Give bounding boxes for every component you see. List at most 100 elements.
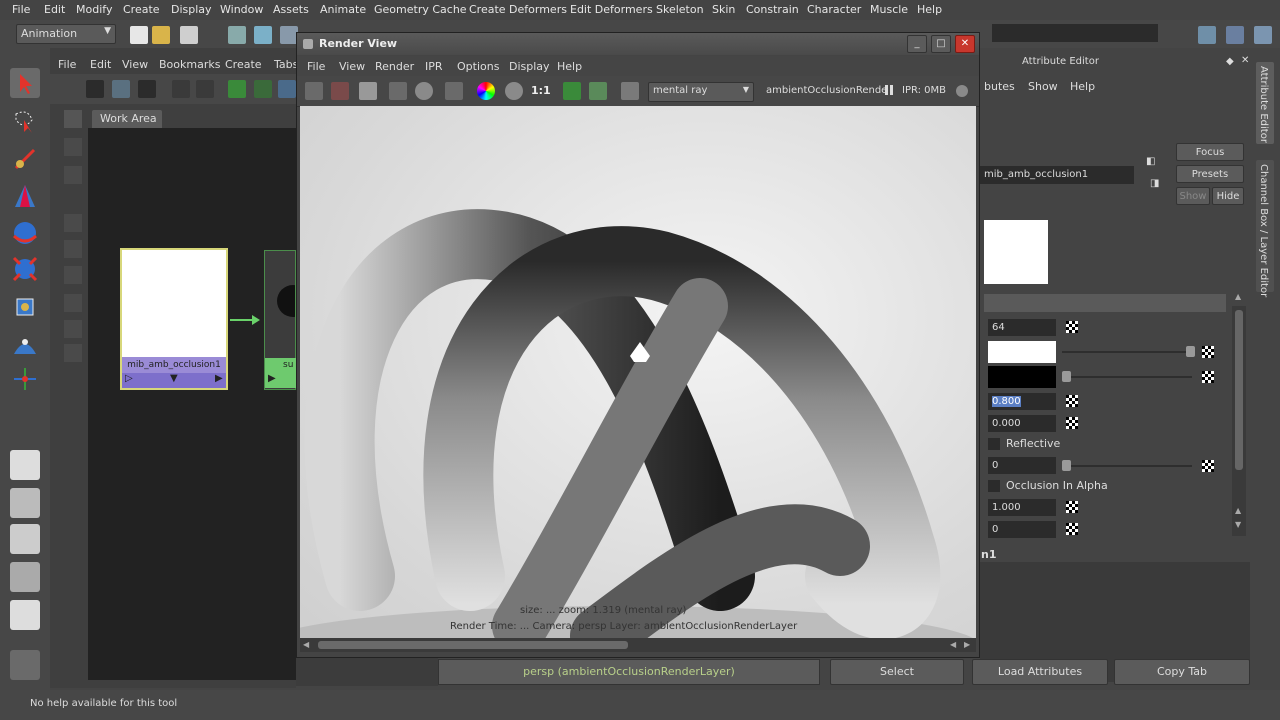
rv-menu-display[interactable]: Display <box>509 60 550 73</box>
graph-materials-icon[interactable] <box>278 80 296 98</box>
layout-outliner-icon[interactable] <box>10 562 40 592</box>
menu-file[interactable]: File <box>12 3 30 16</box>
max-distance-field[interactable]: 0.000 <box>988 415 1056 432</box>
map-dark-icon[interactable] <box>1202 371 1214 383</box>
menu-muscle[interactable]: Muscle <box>870 3 908 16</box>
dark-slider[interactable] <box>1062 376 1192 378</box>
refresh-icon[interactable] <box>415 82 433 100</box>
side-tool-8-icon[interactable] <box>64 320 82 338</box>
select-tool-icon[interactable] <box>10 68 40 98</box>
ae-menu-help[interactable]: Help <box>1070 80 1095 93</box>
rotate-tool-icon[interactable] <box>10 218 40 248</box>
attribute-editor-scrollbar[interactable]: ▲ ▲ ▼ <box>1232 292 1246 536</box>
select-object-icon[interactable] <box>254 26 272 44</box>
scroll-down-icon[interactable]: ▲ <box>1235 506 1241 515</box>
menu-skeleton[interactable]: Skeleton <box>656 3 704 16</box>
rgb-channels-icon[interactable] <box>477 82 495 100</box>
close-button[interactable]: ✕ <box>955 35 975 53</box>
float-panel-icon[interactable]: ◆ <box>1226 56 1234 67</box>
shader-input-port-icon[interactable]: ▶ <box>268 373 276 384</box>
scroll-up-icon[interactable]: ▲ <box>1235 292 1241 301</box>
input-connections-icon[interactable]: ◧ <box>1146 156 1155 167</box>
occlusion-in-alpha-checkbox[interactable] <box>988 480 1000 492</box>
hs-menu-create[interactable]: Create <box>225 58 262 71</box>
quick-field[interactable] <box>992 24 1158 42</box>
snapshot-icon[interactable] <box>359 82 377 100</box>
side-tool-6-icon[interactable] <box>64 266 82 284</box>
tab-work-area[interactable]: Work Area <box>92 110 162 128</box>
move-tool-icon[interactable] <box>10 182 40 212</box>
scroll-down-end-icon[interactable]: ▼ <box>1235 520 1241 529</box>
menu-edit[interactable]: Edit <box>44 3 65 16</box>
attributes-section-header[interactable] <box>984 294 1226 312</box>
expand-node-icon[interactable]: ▼ <box>170 373 178 384</box>
select-button[interactable]: Select <box>830 659 964 685</box>
menu-window[interactable]: Window <box>220 3 263 16</box>
side-tool-4-icon[interactable] <box>64 214 82 232</box>
layout-four-panes-icon[interactable] <box>10 600 40 630</box>
rv-menu-view[interactable]: View <box>339 60 365 73</box>
side-tool-1-icon[interactable] <box>64 110 82 128</box>
presets-button[interactable]: Presets <box>1176 165 1244 183</box>
map-spread-icon[interactable] <box>1066 395 1078 407</box>
scroll-left-icon[interactable]: ◀ <box>303 640 309 649</box>
side-tool-7-icon[interactable] <box>64 294 82 312</box>
graph-input-output-icon[interactable] <box>172 80 190 98</box>
load-attributes-button[interactable]: Load Attributes <box>972 659 1108 685</box>
map-id-nonself-icon[interactable] <box>1066 501 1078 513</box>
render-region-icon[interactable] <box>389 82 407 100</box>
rearrange-graph-icon[interactable] <box>254 80 272 98</box>
open-scene-icon[interactable] <box>152 26 170 44</box>
input-port-icon[interactable]: ▷ <box>125 373 133 384</box>
copy-tab-button[interactable]: Copy Tab <box>1114 659 1250 685</box>
scale-tool-icon[interactable] <box>10 254 40 284</box>
show-button[interactable]: Show <box>1176 187 1210 205</box>
bonus-tools-icon[interactable] <box>10 650 40 680</box>
render-settings-icon[interactable] <box>589 82 607 100</box>
hs-menu-edit[interactable]: Edit <box>90 58 111 71</box>
bright-color-swatch[interactable] <box>988 341 1056 363</box>
rv-menu-file[interactable]: File <box>307 60 325 73</box>
layout-single-icon[interactable] <box>10 450 40 480</box>
menu-create-deformers[interactable]: Create Deformers <box>469 3 567 16</box>
lasso-tool-icon[interactable] <box>10 106 40 136</box>
render-image[interactable] <box>300 106 976 638</box>
paint-select-icon[interactable] <box>10 144 40 174</box>
pause-ipr-icon[interactable] <box>884 84 894 96</box>
attribute-editor-toggle-icon[interactable] <box>1198 26 1216 44</box>
falloff-slider-handle[interactable] <box>1062 460 1071 471</box>
side-tool-2-icon[interactable] <box>64 138 82 156</box>
new-scene-icon[interactable] <box>130 26 148 44</box>
ae-scroll-thumb[interactable] <box>1235 310 1243 470</box>
map-max-distance-icon[interactable] <box>1066 417 1078 429</box>
menu-edit-deformers[interactable]: Edit Deformers <box>570 3 653 16</box>
ae-menu-attributes[interactable]: butes <box>984 80 1015 93</box>
focus-button[interactable]: Focus <box>1176 143 1244 161</box>
hs-menu-bookmarks[interactable]: Bookmarks <box>159 58 220 71</box>
alpha-channel-icon[interactable] <box>505 82 523 100</box>
layout-horizontal-icon[interactable] <box>86 80 104 98</box>
mode-select[interactable]: Animation ▼ <box>16 24 116 44</box>
universal-manipulator-icon[interactable] <box>10 292 40 322</box>
menu-character[interactable]: Character <box>807 3 861 16</box>
side-tool-3-icon[interactable] <box>64 166 82 184</box>
dark-color-swatch[interactable] <box>988 366 1056 388</box>
map-id-inclexcl-icon[interactable] <box>1066 523 1078 535</box>
map-falloff-icon[interactable] <box>1202 460 1214 472</box>
display-layers-icon[interactable] <box>563 82 581 100</box>
clear-graph-icon[interactable] <box>228 80 246 98</box>
rv-menu-ipr[interactable]: IPR <box>425 60 443 73</box>
camera-select-icon[interactable] <box>621 82 639 100</box>
output-connections-icon[interactable]: ◨ <box>1150 178 1159 189</box>
falloff-field[interactable]: 0 <box>988 457 1056 474</box>
rv-menu-help[interactable]: Help <box>557 60 582 73</box>
graph-input-icon[interactable] <box>196 80 214 98</box>
hs-menu-file[interactable]: File <box>58 58 76 71</box>
menu-animate[interactable]: Animate <box>320 3 366 16</box>
menu-create[interactable]: Create <box>123 3 160 16</box>
layout-hypershade-icon[interactable] <box>10 524 40 554</box>
ipr-render-icon[interactable] <box>331 82 349 100</box>
layout-bottom-icon[interactable] <box>138 80 156 98</box>
hs-menu-view[interactable]: View <box>122 58 148 71</box>
id-inclexcl-field[interactable]: 0 <box>988 521 1056 538</box>
